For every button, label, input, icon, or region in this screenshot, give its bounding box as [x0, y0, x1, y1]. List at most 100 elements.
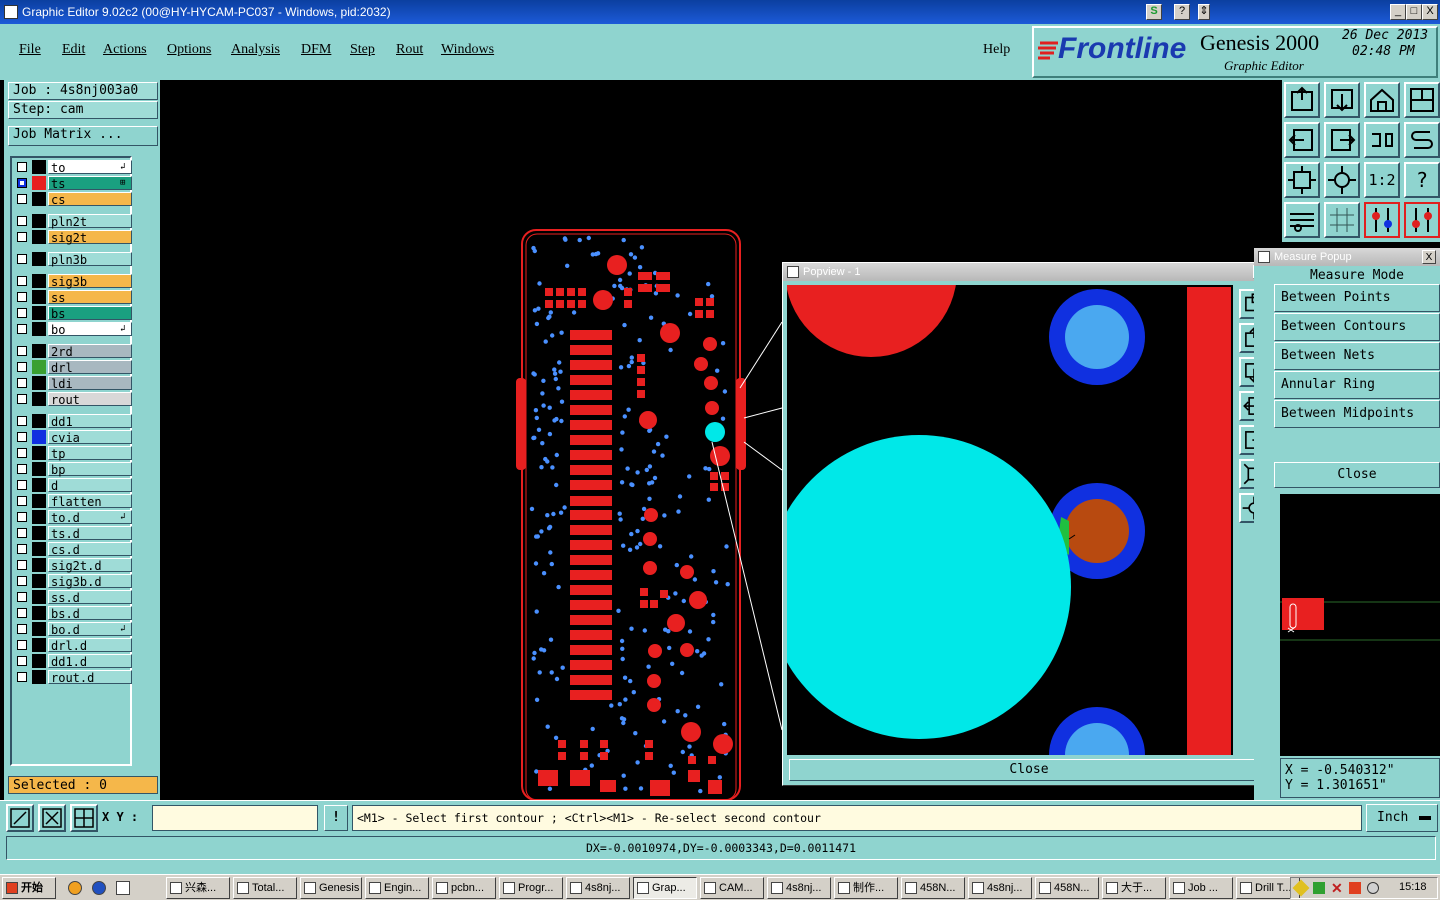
- layer-checkbox[interactable]: [17, 464, 27, 474]
- layer-name[interactable]: drl.d: [48, 638, 132, 653]
- popview-close-button[interactable]: Close: [789, 759, 1269, 781]
- layer-row-dd1-d[interactable]: dd1.d: [14, 654, 132, 669]
- grid-snap-icon[interactable]: [70, 804, 98, 832]
- layer-color-swatch[interactable]: [32, 446, 46, 460]
- layer-name[interactable]: dd1: [48, 414, 132, 429]
- layer-row-drl[interactable]: drl: [14, 360, 132, 375]
- layer-name[interactable]: sig2t.d: [48, 558, 132, 573]
- layer-name[interactable]: rout: [48, 392, 132, 407]
- layer-checkbox[interactable]: [17, 592, 27, 602]
- layer-row-bs-d[interactable]: bs.d: [14, 606, 132, 621]
- layer-checkbox[interactable]: [17, 394, 27, 404]
- layer-checkbox[interactable]: [17, 576, 27, 586]
- menu-file[interactable]: File: [19, 42, 41, 58]
- layer-checkbox[interactable]: [17, 528, 27, 538]
- layer-name[interactable]: flatten: [48, 494, 132, 509]
- pan-right-icon[interactable]: [1324, 122, 1360, 158]
- layer-row-2rd[interactable]: 2rd: [14, 344, 132, 359]
- layer-color-swatch[interactable]: [32, 606, 46, 620]
- layer-name[interactable]: tp: [48, 446, 132, 461]
- layer-row-bs[interactable]: bs: [14, 306, 132, 321]
- layer-row-cvia[interactable]: cvia: [14, 430, 132, 445]
- taskbar-task[interactable]: pcbn...: [432, 877, 496, 899]
- layer-color-swatch[interactable]: [32, 590, 46, 604]
- layer-color-swatch[interactable]: [32, 542, 46, 556]
- layer-name[interactable]: pln2t: [48, 214, 132, 229]
- menu-help[interactable]: Help: [983, 42, 1010, 58]
- tray-ime-icon[interactable]: [1367, 882, 1379, 894]
- popview-window[interactable]: Popview - 1 X Close: [782, 262, 1274, 786]
- layer-color-swatch[interactable]: [32, 574, 46, 588]
- layer-color-swatch[interactable]: [32, 638, 46, 652]
- window-title-bar[interactable]: Graphic Editor 9.02c2 (00@HY-HYCAM-PC037…: [0, 0, 1440, 24]
- layer-color-swatch[interactable]: [32, 322, 46, 336]
- layer-checkbox[interactable]: [17, 544, 27, 554]
- layer-list[interactable]: to ↲ ts ⊞ cs pln2t sig2t pln3b sig3b ss bs bo ↲ 2rd dr…: [10, 156, 132, 766]
- layer-checkbox[interactable]: [17, 624, 27, 634]
- zoom-home-up-icon[interactable]: [1284, 82, 1320, 118]
- tray-app-icon[interactable]: [1292, 879, 1310, 897]
- taskbar-task[interactable]: Progr...: [499, 877, 563, 899]
- layer-name[interactable]: bs: [48, 306, 132, 321]
- layer-name[interactable]: ss: [48, 290, 132, 305]
- layer-color-swatch[interactable]: [32, 230, 46, 244]
- mirror-view-icon[interactable]: [1404, 122, 1440, 158]
- layer-color-swatch[interactable]: [32, 160, 46, 174]
- layer-name[interactable]: ss.d: [48, 590, 132, 605]
- taskbar-task[interactable]: Job ...: [1169, 877, 1233, 899]
- layer-name[interactable]: bs.d: [48, 606, 132, 621]
- layer-row-sig2t[interactable]: sig2t: [14, 230, 132, 245]
- zoom-ratio-button[interactable]: 1:2: [1364, 162, 1400, 198]
- layer-row-pln3b[interactable]: pln3b: [14, 252, 132, 267]
- taskbar-task[interactable]: CAM...: [700, 877, 764, 899]
- layer-name[interactable]: ldi: [48, 376, 132, 391]
- layer-name[interactable]: sig2t: [48, 230, 132, 245]
- layer-checkbox[interactable]: [17, 216, 27, 226]
- measure-close-button[interactable]: Close: [1274, 462, 1440, 488]
- layer-color-swatch[interactable]: [32, 192, 46, 206]
- layer-checkbox[interactable]: [17, 512, 27, 522]
- layer-row-pln2t[interactable]: pln2t: [14, 214, 132, 229]
- measure-tool-icon[interactable]: [1364, 202, 1400, 238]
- menu-analysis[interactable]: Analysis: [231, 42, 280, 58]
- layer-color-swatch[interactable]: [32, 494, 46, 508]
- help-query-button[interactable]: ?: [1404, 162, 1440, 198]
- layer-checkbox[interactable]: [17, 496, 27, 506]
- layer-name[interactable]: bp: [48, 462, 132, 477]
- layer-color-swatch[interactable]: [32, 526, 46, 540]
- layer-checkbox[interactable]: [17, 232, 27, 242]
- layer-row-ss-d[interactable]: ss.d: [14, 590, 132, 605]
- tray-network-icon[interactable]: [1313, 882, 1325, 894]
- layer-color-swatch[interactable]: [32, 462, 46, 476]
- measure-mode-annular-ring[interactable]: Annular Ring: [1274, 371, 1440, 399]
- layer-name[interactable]: sig3b: [48, 274, 132, 289]
- layer-name[interactable]: sig3b.d: [48, 574, 132, 589]
- layer-checkbox[interactable]: [17, 378, 27, 388]
- popview-canvas[interactable]: [787, 285, 1233, 755]
- layer-name[interactable]: cs: [48, 192, 132, 207]
- layer-name[interactable]: dd1.d: [48, 654, 132, 669]
- layer-color-swatch[interactable]: [32, 558, 46, 572]
- layer-checkbox[interactable]: [17, 254, 27, 264]
- settings-tools-icon[interactable]: [1284, 202, 1320, 238]
- layer-checkbox[interactable]: [17, 362, 27, 372]
- layer-checkbox[interactable]: [17, 324, 27, 334]
- taskbar-task[interactable]: 4s8nj...: [566, 877, 630, 899]
- layer-name[interactable]: cs.d: [48, 542, 132, 557]
- units-selector[interactable]: Inch: [1366, 804, 1438, 832]
- layer-row-ss[interactable]: ss: [14, 290, 132, 305]
- layer-row-cs-d[interactable]: cs.d: [14, 542, 132, 557]
- layer-name[interactable]: drl: [48, 360, 132, 375]
- clock-launch-icon[interactable]: [68, 881, 82, 895]
- zoom-center-icon[interactable]: [1324, 162, 1360, 198]
- explorer-launch-icon[interactable]: [116, 881, 130, 895]
- layer-row-rout[interactable]: rout: [14, 392, 132, 407]
- layer-row-rout-d[interactable]: rout.d: [14, 670, 132, 685]
- layer-name[interactable]: 2rd: [48, 344, 132, 359]
- layer-row-dd1[interactable]: dd1: [14, 414, 132, 429]
- window-view-icon[interactable]: [1404, 82, 1440, 118]
- layer-checkbox[interactable]: [17, 178, 27, 188]
- scroll-arrows-icon[interactable]: ⇕: [1198, 4, 1210, 20]
- layer-row-to[interactable]: to ↲: [14, 160, 132, 175]
- layer-color-swatch[interactable]: [32, 392, 46, 406]
